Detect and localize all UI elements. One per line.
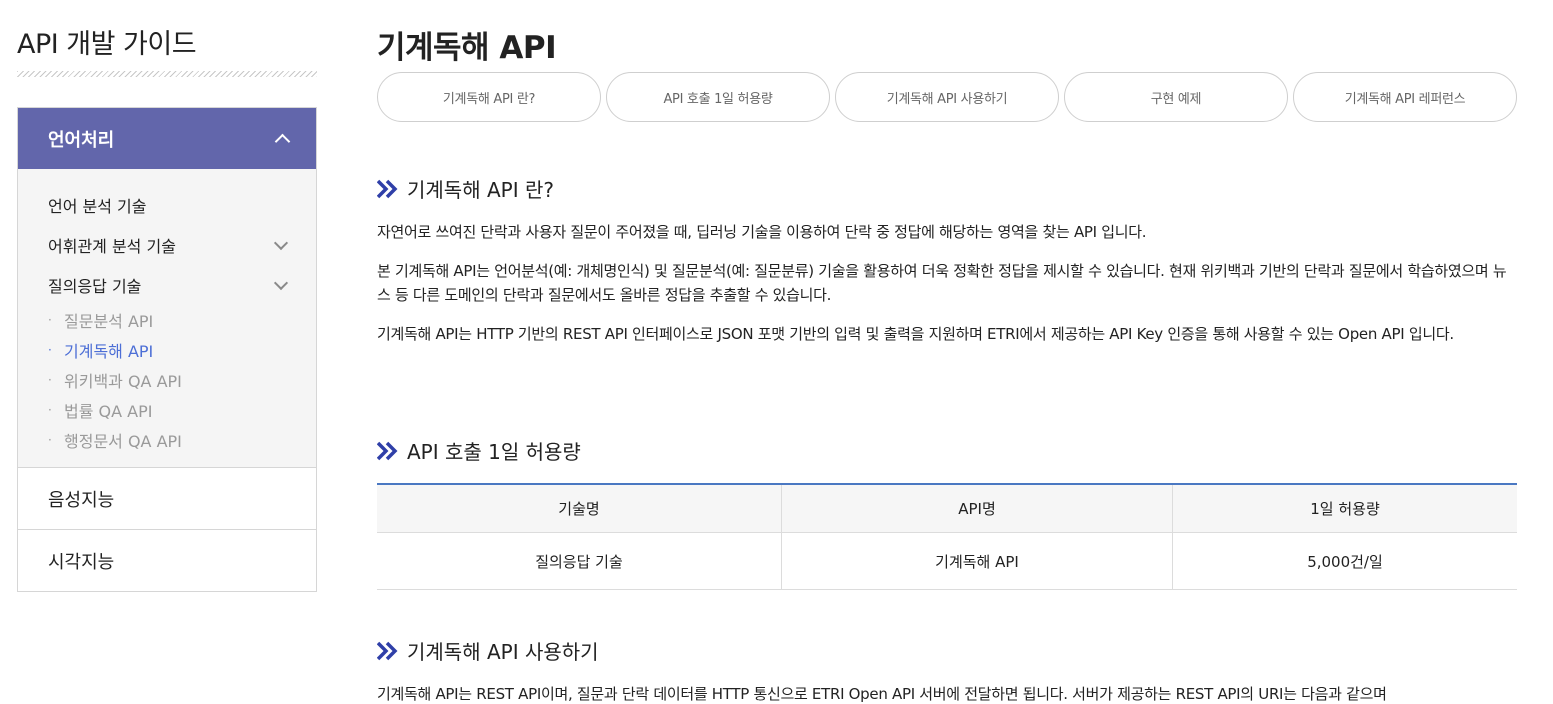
tab-reference[interactable]: 기계독해 API 레퍼런스: [1293, 72, 1517, 122]
sidebar-item-lexical-relation[interactable]: 어휘관계 분석 기술: [18, 225, 316, 265]
sidebar-leaf-admin-qa[interactable]: · 행정문서 QA API: [18, 425, 316, 455]
sidebar-leaf-law-qa[interactable]: · 법률 QA API: [18, 395, 316, 425]
bullet-icon: ·: [48, 403, 52, 417]
sidebar-submenu: 언어 분석 기술 어휘관계 분석 기술 질의응답 기술 · 질문분석 API ·…: [18, 169, 316, 468]
sidebar-item-language-analysis[interactable]: 언어 분석 기술: [18, 185, 316, 225]
intro-paragraph: 자연어로 쓰여진 단락과 사용자 질문이 주어졌을 때, 딥러닝 기술을 이용하…: [377, 223, 1147, 241]
section-heading-quota: API 호출 1일 허용량: [377, 436, 581, 465]
sidebar-item-qa[interactable]: 질의응답 기술: [18, 265, 316, 305]
sidebar-category-vision[interactable]: 시각지능: [18, 529, 316, 591]
bullet-icon: ·: [48, 313, 52, 327]
tab-example[interactable]: 구현 예제: [1064, 72, 1288, 122]
table-row: 질의응답 기술 기계독해 API 5,000건/일: [377, 532, 1517, 590]
sidebar-category-label: 언어처리: [48, 129, 115, 151]
sidebar-leaf-label: 위키백과 QA API: [64, 372, 182, 391]
sidebar-item-label: 어휘관계 분석 기술: [48, 237, 176, 256]
sidebar-menu: 언어처리 언어 분석 기술 어휘관계 분석 기술 질의응답 기술 · 질문분석 …: [17, 107, 317, 592]
sidebar-leaf-label: 기계독해 API: [64, 342, 154, 361]
guide-title: API 개발 가이드: [17, 29, 197, 60]
sidebar-leaf-label: 행정문서 QA API: [64, 432, 182, 451]
bullet-icon: ·: [48, 343, 52, 357]
sidebar-leaf-wiki-qa[interactable]: · 위키백과 QA API: [18, 365, 316, 395]
sidebar-category-language[interactable]: 언어처리: [18, 108, 316, 169]
section-heading-about: 기계독해 API 란?: [377, 174, 554, 203]
sidebar-category-speech[interactable]: 음성지능: [18, 468, 316, 529]
double-chevron-icon: [377, 179, 398, 198]
tab-about[interactable]: 기계독해 API 란?: [377, 72, 601, 122]
table-header-cell: API명: [781, 484, 1173, 533]
intro-paragraph: 본 기계독해 API는 언어분석(예: 개체명인식) 및 질문분석(예: 질문분…: [377, 262, 1507, 304]
intro-paragraph: 기계독해 API는 HTTP 기반의 REST API 인터페이스로 JSON …: [377, 325, 1454, 343]
chevron-up-icon[interactable]: [274, 133, 291, 150]
section-heading-label: 기계독해 API 사용하기: [407, 640, 599, 664]
section-heading-label: 기계독해 API 란?: [407, 178, 554, 202]
sidebar-item-label: 질의응답 기술: [48, 277, 142, 296]
sidebar-leaf-label: 법률 QA API: [64, 402, 153, 421]
bullet-icon: ·: [48, 433, 52, 447]
table-header-cell: 1일 허용량: [1172, 484, 1517, 533]
table-header-cell: 기술명: [377, 484, 782, 533]
section-heading-usage: 기계독해 API 사용하기: [377, 636, 599, 665]
double-chevron-icon: [377, 641, 398, 660]
table-cell: 질의응답 기술: [377, 532, 782, 590]
sidebar-leaf-label: 질문분석 API: [64, 312, 154, 331]
bullet-icon: ·: [48, 373, 52, 387]
chevron-down-icon[interactable]: [273, 235, 289, 250]
double-chevron-icon: [377, 441, 398, 460]
table-cell: 5,000건/일: [1172, 532, 1517, 590]
table-header-row: 기술명 API명 1일 허용량: [377, 484, 1517, 533]
tab-quota[interactable]: API 호출 1일 허용량: [606, 72, 830, 122]
quota-table: 기술명 API명 1일 허용량 질의응답 기술 기계독해 API 5,000건/…: [377, 483, 1517, 590]
page-title: 기계독해 API: [377, 30, 557, 66]
section-heading-label: API 호출 1일 허용량: [407, 440, 581, 464]
sidebar-leaf-mrc[interactable]: · 기계독해 API: [18, 335, 316, 365]
table-cell: 기계독해 API: [781, 532, 1173, 590]
tab-usage[interactable]: 기계독해 API 사용하기: [835, 72, 1059, 122]
sidebar-leaf-question-analysis[interactable]: · 질문분석 API: [18, 305, 316, 335]
chevron-down-icon[interactable]: [273, 275, 289, 290]
anchor-tabs: 기계독해 API 란? API 호출 1일 허용량 기계독해 API 사용하기 …: [377, 72, 1517, 122]
sidebar-item-label: 언어 분석 기술: [48, 197, 147, 216]
hatch-divider: [17, 71, 317, 77]
